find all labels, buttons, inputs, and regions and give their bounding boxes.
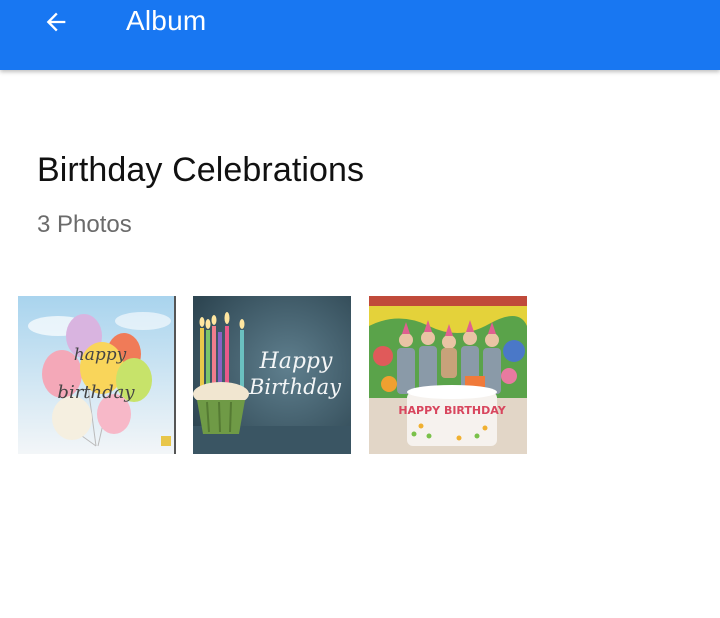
arrow-back-icon	[46, 12, 66, 32]
balloons-photo: happy birthday	[18, 296, 176, 454]
photo-count: 3 Photos	[37, 211, 132, 238]
cake-banner: HAPPY BIRTHDAY	[398, 404, 506, 417]
appbar-title: Album	[126, 5, 207, 36]
cupcake-caption-line2: Birthday	[248, 375, 342, 399]
balloon-caption-line1: happy	[74, 345, 127, 365]
photo-thumbnail-cupcake[interactable]: Happy Birthday	[193, 296, 351, 454]
photo-thumbnail-kids-cake[interactable]: HAPPY BIRTHDAY	[369, 296, 527, 454]
cupcake-candles-photo: Happy Birthday	[193, 296, 351, 454]
back-button[interactable]	[28, 0, 84, 44]
kids-cake-photo: HAPPY BIRTHDAY	[369, 296, 527, 454]
app-bar: Album	[0, 0, 720, 70]
album-title: Birthday Celebrations	[37, 151, 365, 189]
cupcake-caption-line1: Happy	[259, 349, 333, 374]
photo-thumbnail-balloons[interactable]: happy birthday	[18, 296, 176, 454]
balloon-caption-line2: birthday	[57, 382, 135, 403]
